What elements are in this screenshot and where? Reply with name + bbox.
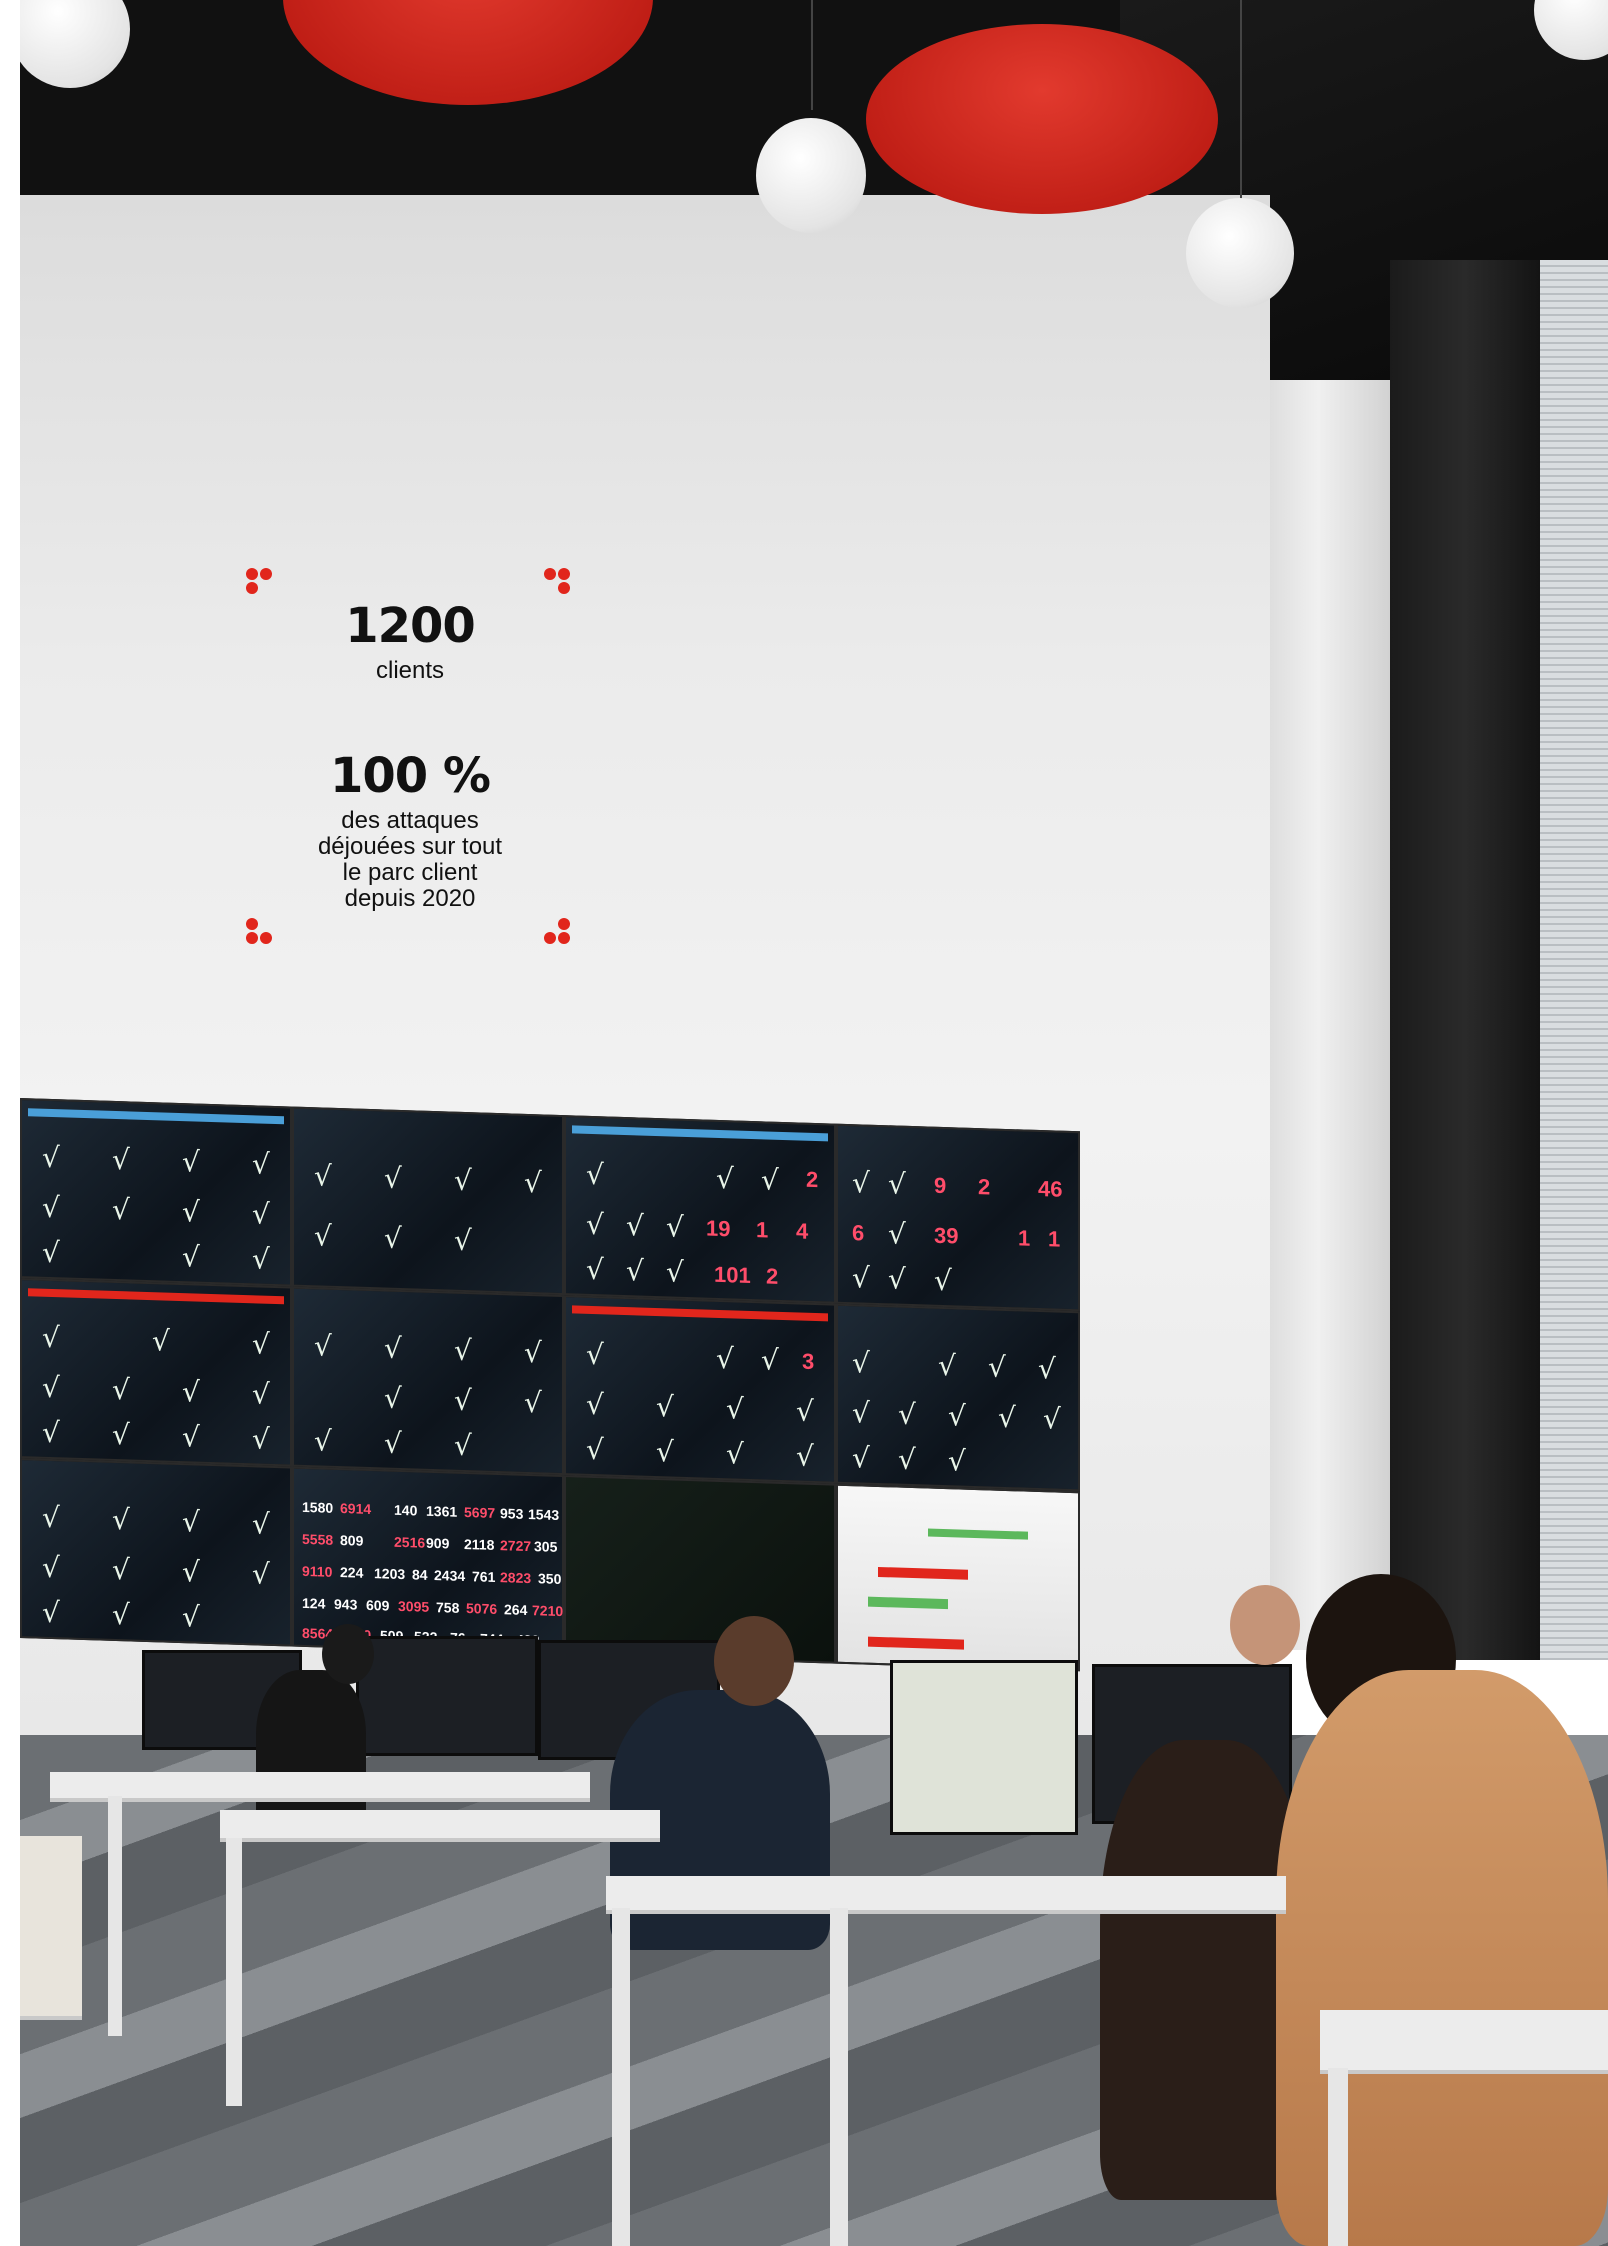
monitor-panel: √ √ √ √ √ √ √ √ √ √ √ — [20, 1458, 292, 1647]
person-head — [1230, 1585, 1300, 1665]
person-head — [714, 1616, 794, 1706]
desk-leg — [830, 1908, 848, 2246]
coat-on-chair — [1276, 1670, 1608, 2246]
desk — [50, 1772, 590, 1802]
desk-leg — [1328, 2068, 1348, 2246]
monitor-panel — [564, 1475, 836, 1664]
desk — [1320, 2010, 1608, 2074]
monitor-panel: √ √ √ √ √ √ √ √ √ √ √ — [20, 1278, 292, 1467]
desk — [606, 1876, 1286, 1914]
chat-monitor-panel — [836, 1483, 1080, 1672]
desk-monitor — [890, 1660, 1078, 1835]
wall-pillar — [1270, 380, 1390, 1650]
monitor-panel: √ √ √ √ √ √ √ — [292, 1106, 564, 1296]
monitor-panel: √ √ 9 2 46 6 √ 39 1 1 √ √ √ — [836, 1123, 1080, 1312]
desk-leg — [612, 1908, 630, 2246]
monitor-panel: √ √ √ √ √ √ √ √ √ √ √ — [20, 1098, 292, 1287]
desk — [220, 1810, 660, 1842]
dark-column — [1390, 260, 1540, 1660]
globe-lamp — [756, 118, 866, 233]
desk-leg — [108, 1796, 122, 2036]
globe-lamp — [1186, 198, 1294, 308]
drawer-cabinet — [20, 1836, 82, 2020]
desk-leg — [226, 1838, 242, 2106]
monitor-panel: √ √ √ 3 √ √ √ √ √ √ √ √ — [564, 1295, 836, 1484]
pendant-wire — [1240, 0, 1242, 200]
monitor-panel: √ √ √ √ √ √ √ √ √ √ — [292, 1286, 564, 1476]
monitor-panel: 1580 6914 140 1361 5697 953 1543 5558 80… — [292, 1466, 564, 1656]
monitor-panel: √ √ √ 2 √ √ √ 19 1 4 √ √ √ 101 2 — [564, 1115, 836, 1304]
desk-monitor — [356, 1636, 538, 1756]
window-blinds — [1540, 260, 1608, 1660]
person-seated — [256, 1670, 366, 1830]
pendant-wire — [811, 0, 813, 110]
red-acoustic-disc — [866, 24, 1218, 214]
office-photo: √ √ √ √ √ √ √ √ √ √ √ √ √ √ √ √ √ √ √ √ √ 2 √ √ √ 19 1 4 … — [20, 0, 1608, 2246]
monitor-panel: √ √ √ √ √ √ √ √ √ √ √ √ — [836, 1303, 1080, 1492]
video-wall: √ √ √ √ √ √ √ √ √ √ √ √ √ √ √ √ √ √ √ √ √ 2 √ √ √ 19 1 4 … — [20, 1098, 1080, 1672]
person-head — [322, 1624, 374, 1684]
